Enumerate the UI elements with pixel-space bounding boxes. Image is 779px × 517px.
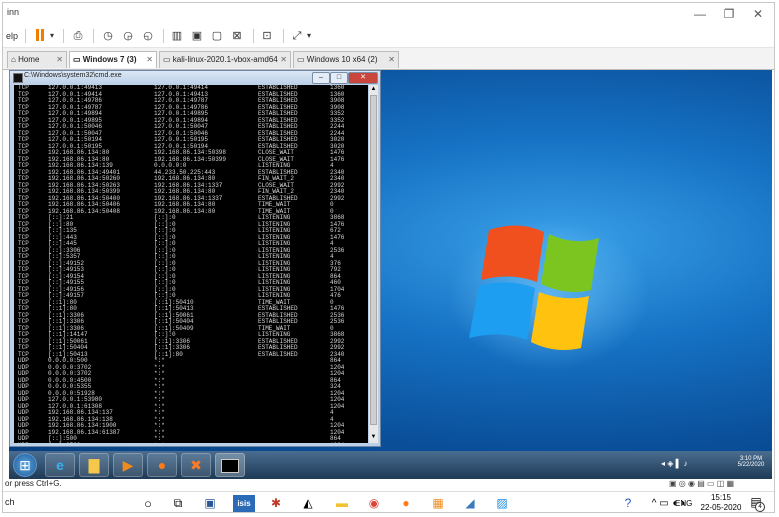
device-status-icons[interactable]: ▣ ◎ ◉ ▤ ▭ ◫ ▦ [669, 479, 734, 488]
terminal-icon[interactable]: ⊡ [259, 28, 275, 44]
thumbnail-bar-icon[interactable]: ▣ [189, 28, 205, 44]
help-icon[interactable]: ? [619, 495, 637, 512]
tab-label: kali-linux-2020.1-vbox-amd64 [172, 55, 278, 64]
pause-icon[interactable] [33, 28, 47, 44]
vm-display[interactable]: C:\Windows\system32\cmd.exe – □ ✕ TCP 127… [9, 70, 772, 479]
local-address-cell: [::]:3702 [48, 442, 80, 443]
close-icon[interactable]: ✕ [388, 52, 395, 68]
vm-icon: ▭ [163, 55, 173, 64]
tab-label: Windows 10 x64 (2) [306, 55, 378, 64]
pid-cell: 1204 [330, 442, 344, 443]
toolbar-divider [93, 29, 94, 43]
cmd-output: TCP 127.0.0.1:49413 127.0.0.1:49414 ESTABLI… [14, 85, 368, 443]
restore-button[interactable]: ❐ [714, 5, 744, 23]
chevron-down-icon[interactable]: ▾ [47, 28, 57, 44]
vm-tab-bar: ⌂ Home ✕ ▭ Windows 7 (3) ✕ ▭ kali-linux-20… [3, 48, 774, 70]
proto-cell: UDP [18, 442, 29, 443]
file-explorer-icon[interactable]: ▬ [333, 495, 351, 512]
cmd-title: C:\Windows\system32\cmd.exe [24, 72, 122, 79]
cmd-close-button[interactable]: ✕ [348, 72, 378, 84]
windows-logo-icon [449, 220, 649, 370]
bug-app-icon[interactable]: ✱ [267, 495, 285, 512]
tab-windows-7[interactable]: ▭ Windows 7 (3) ✕ [69, 51, 157, 68]
explorer-icon[interactable]: ▇ [79, 453, 109, 477]
store-icon[interactable]: ▣ [201, 495, 219, 512]
cmd-title-bar[interactable]: C:\Windows\system32\cmd.exe – □ ✕ [10, 71, 380, 84]
minimize-button[interactable]: — [685, 5, 715, 23]
win10-search-box[interactable]: ch [5, 497, 15, 507]
toolbar-divider [163, 29, 164, 43]
ie-icon[interactable]: e [45, 453, 75, 477]
console-view-icon[interactable]: ▢ [209, 28, 225, 44]
tray-icons[interactable]: ◂ ◈ ▌ ♪ [661, 459, 688, 479]
cmd-taskbar-icon[interactable] [215, 453, 245, 477]
scroll-down-icon[interactable]: ▼ [370, 433, 377, 441]
help-menu[interactable]: elp [3, 28, 21, 44]
cortana-icon[interactable]: ○ [139, 495, 157, 512]
scroll-thumb[interactable] [370, 95, 377, 425]
cmd-icon [13, 73, 23, 83]
win10-taskbar: ch ○ ⧉ ▣ isis ✱ ◭ ▬ ◉ ● ▦ ◢ ▨ ? ^ ▭ ◖ ◗ … [3, 491, 774, 512]
host-title: inn [7, 7, 20, 17]
tab-label: Home [18, 55, 40, 64]
win7-clock[interactable]: 3:10 PM 5/22/2020 [731, 456, 771, 479]
dark-app-icon[interactable]: ◭ [299, 495, 317, 512]
language-indicator[interactable]: ENG [675, 499, 692, 508]
win10-clock[interactable]: 15:15 22-05-2020 [699, 493, 743, 512]
host-status-bar: or press Ctrl+G. ▣ ◎ ◉ ▤ ▭ ◫ ▦ [3, 479, 774, 491]
snapshot-manager-icon[interactable]: ◵ [140, 28, 156, 44]
revert-snapshot-icon[interactable]: ◶ [120, 28, 136, 44]
win10-time: 15:15 [710, 493, 732, 502]
vm-icon: ▭ [73, 55, 83, 64]
photos-icon[interactable]: ▨ [493, 495, 511, 512]
win7-date: 5/22/2020 [737, 462, 765, 468]
chrome-icon[interactable]: ◉ [365, 495, 383, 512]
home-icon: ⌂ [11, 55, 19, 64]
cmd-scrollbar[interactable]: ▲ ▼ [369, 85, 378, 443]
firefox-icon[interactable]: ● [147, 453, 177, 477]
cmd-minimize-button[interactable]: – [312, 72, 330, 84]
tab-label: Windows 7 (3) [82, 55, 137, 64]
send-ctrl-alt-del-icon[interactable]: ⎙ [70, 28, 86, 44]
task-view-icon[interactable]: ⧉ [169, 495, 187, 512]
action-center-icon[interactable]: ▤ 4 [747, 495, 765, 512]
unity-icon[interactable]: ⊠ [229, 28, 245, 44]
firefox-icon[interactable]: ● [397, 495, 415, 512]
toolbar-divider [253, 29, 254, 43]
netstat-row: UDP [::]:3702 *:* 1204 [14, 442, 368, 443]
toolbar-divider [25, 29, 26, 43]
cmd-maximize-button[interactable]: □ [330, 72, 348, 84]
vmware-icon[interactable]: ▦ [429, 495, 447, 512]
fullscreen-icon[interactable]: ⤢ [289, 28, 305, 44]
host-toolbar: elp ▾ ⎙ ◷ ◶ ◵ ▥ ▣ ▢ ⊠ ⊡ ⤢ ▾ [3, 25, 774, 48]
win10-date: 22-05-2020 [700, 503, 742, 512]
toolbar-divider [63, 29, 64, 43]
chevron-down-icon[interactable]: ▾ [305, 28, 313, 44]
tab-windows-10[interactable]: ▭ Windows 10 x64 (2) ✕ [293, 51, 399, 68]
snapshot-icon[interactable]: ◷ [100, 28, 116, 44]
close-icon[interactable]: ✕ [280, 52, 287, 68]
toolbar-divider [283, 29, 284, 43]
foreign-address-cell: *:* [154, 442, 165, 443]
media-player-icon[interactable]: ▶ [113, 453, 143, 477]
win7-taskbar: ⊞ e ▇ ▶ ● ✖ ◂ ◈ ▌ ♪ 3:10 PM 5/22/2020 [9, 451, 772, 479]
isis-app-icon[interactable]: isis [233, 495, 255, 512]
status-text: or press Ctrl+G. [5, 479, 62, 488]
app-icon[interactable]: ◢ [461, 495, 479, 512]
show-library-icon[interactable]: ▥ [169, 28, 185, 44]
xampp-icon[interactable]: ✖ [181, 453, 211, 477]
scroll-up-icon[interactable]: ▲ [370, 85, 377, 93]
cmd-window: C:\Windows\system32\cmd.exe – □ ✕ TCP 127… [9, 70, 381, 447]
close-button[interactable]: ✕ [743, 5, 773, 23]
close-icon[interactable]: ✕ [146, 52, 153, 68]
host-title-bar: inn — ❐ ✕ [3, 3, 774, 25]
tab-home[interactable]: ⌂ Home ✕ [7, 51, 67, 68]
win7-start-icon[interactable]: ⊞ [13, 453, 37, 477]
close-icon[interactable]: ✕ [56, 52, 63, 68]
tab-kali-linux[interactable]: ▭ kali-linux-2020.1-vbox-amd64 ✕ [159, 51, 291, 68]
vm-icon: ▭ [297, 55, 307, 64]
notification-count: 4 [755, 502, 765, 512]
vmware-host-window: inn — ❐ ✕ elp ▾ ⎙ ◷ ◶ ◵ ▥ ▣ ▢ ⊠ ⊡ ⤢ ▾ ⌂ … [2, 2, 775, 513]
